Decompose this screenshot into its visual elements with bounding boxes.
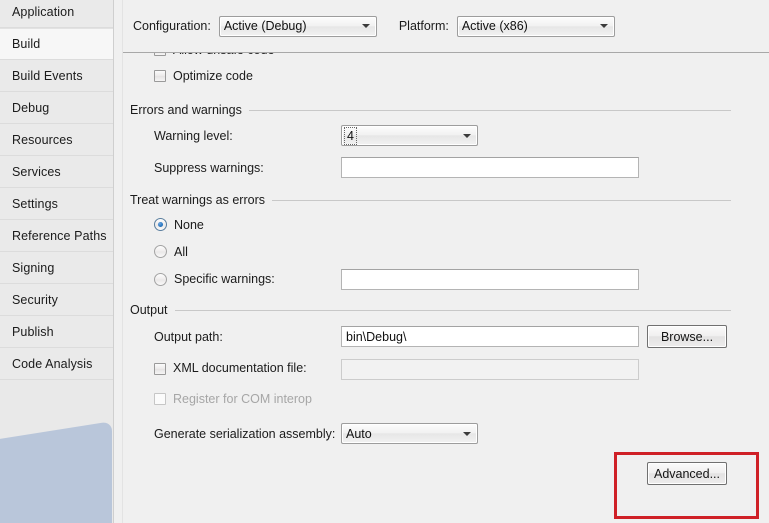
output-path-row: Output path: bin\Debug\ Browse... [123,321,769,354]
advanced-button-row: Advanced... [123,450,769,490]
chevron-down-icon [361,24,370,28]
group-separator [248,109,731,111]
sidebar-item-list: Application Build Build Events Debug Res… [0,0,113,380]
sidebar-item-label: Build Events [12,69,83,83]
configuration-value: Active (Debug) [223,19,307,33]
treat-warnings-none-radio[interactable] [154,218,167,231]
suppress-warnings-label: Suppress warnings: [154,161,264,175]
allow-unsafe-code-checkbox[interactable] [154,53,166,56]
sidebar-item-application[interactable]: Application [0,0,113,28]
chevron-down-icon [599,24,608,28]
sidebar-item-settings[interactable]: Settings [0,188,113,220]
configuration-label: Configuration: [133,19,211,33]
serialization-assembly-dropdown[interactable]: Auto [341,423,478,444]
treat-warnings-as-errors-group-label: Treat warnings as errors [130,193,265,207]
sidebar-item-resources[interactable]: Resources [0,124,113,156]
warning-level-label: Warning level: [154,129,233,143]
serialization-assembly-label: Generate serialization assembly: [154,427,336,441]
warning-level-dropdown[interactable]: 4 [341,125,478,146]
sidebar-item-build[interactable]: Build [0,28,113,60]
sidebar-item-label: Build [12,37,41,51]
sidebar-item-label: Services [12,165,61,179]
sidebar-item-label: Reference Paths [12,229,107,243]
sidebar-item-reference-paths[interactable]: Reference Paths [0,220,113,252]
treat-warnings-specific-radio[interactable] [154,273,167,286]
treat-warnings-specific-row: Specific warnings: [123,265,769,294]
advanced-button[interactable]: Advanced... [647,462,727,485]
sidebar-content-divider [114,0,123,523]
sidebar-item-label: Signing [12,261,55,275]
configuration-dropdown[interactable]: Active (Debug) [218,15,377,37]
build-settings-pane: Configuration: Active (Debug) Platform: … [123,0,769,523]
allow-unsafe-code-label: Allow unsafe code [173,53,274,57]
sidebar-item-services[interactable]: Services [0,156,113,188]
settings-content: Allow unsafe code Optimize code Errors a… [123,53,769,490]
chevron-down-icon [463,133,471,138]
treat-warnings-specific-label: Specific warnings: [174,272,275,286]
treat-warnings-specific-input[interactable] [341,269,639,290]
register-com-interop-checkbox [154,393,166,405]
optimize-code-row[interactable]: Optimize code [123,63,769,89]
sidebar-item-code-analysis[interactable]: Code Analysis [0,348,113,380]
treat-warnings-all-row[interactable]: All [123,238,769,265]
errors-and-warnings-group-header: Errors and warnings [123,99,769,121]
sidebar-item-label: Publish [12,325,54,339]
suppress-warnings-input[interactable] [341,157,639,178]
group-separator [174,309,731,311]
configuration-toolbar: Configuration: Active (Debug) Platform: … [133,15,769,37]
platform-dropdown[interactable]: Active (x86) [456,15,615,37]
suppress-warnings-row: Suppress warnings: [123,153,769,185]
browse-button[interactable]: Browse... [647,325,727,348]
optimize-code-checkbox[interactable] [154,70,166,82]
chevron-down-icon [463,431,471,436]
output-path-label: Output path: [154,330,223,344]
sidebar-item-label: Code Analysis [12,357,93,371]
serialization-assembly-row: Generate serialization assembly: Auto [123,414,769,450]
group-separator [272,199,731,201]
sidebar-item-label: Settings [12,197,58,211]
project-properties-window: Application Build Build Events Debug Res… [0,0,769,523]
output-path-input[interactable]: bin\Debug\ [341,326,639,347]
sidebar-item-signing[interactable]: Signing [0,252,113,284]
properties-sidebar: Application Build Build Events Debug Res… [0,0,114,523]
treat-warnings-all-radio[interactable] [154,245,167,258]
optimize-code-label: Optimize code [173,69,253,83]
platform-value: Active (x86) [461,19,528,33]
sidebar-item-build-events[interactable]: Build Events [0,60,113,92]
platform-label: Platform: [398,19,449,33]
sidebar-item-publish[interactable]: Publish [0,316,113,348]
warning-level-row: Warning level: 4 [123,121,769,153]
output-group-header: Output [123,299,769,321]
treat-warnings-as-errors-group-header: Treat warnings as errors [123,189,769,211]
sidebar-item-label: Debug [12,101,50,115]
register-com-interop-row: Register for COM interop [123,384,769,414]
allow-unsafe-code-row[interactable]: Allow unsafe code [123,53,769,63]
settings-scroll-panel[interactable]: Allow unsafe code Optimize code Errors a… [123,53,769,523]
xml-documentation-label: XML documentation file: [173,361,307,375]
xml-documentation-input [341,359,639,380]
register-com-interop-label: Register for COM interop [173,392,312,406]
sidebar-item-security[interactable]: Security [0,284,113,316]
treat-warnings-all-label: All [174,244,188,259]
sidebar-item-label: Application [12,5,75,19]
output-group-label: Output [130,303,168,317]
sidebar-item-label: Security [12,293,58,307]
pane-corner-decoration [0,421,112,523]
treat-warnings-none-label: None [174,217,204,232]
serialization-assembly-value: Auto [346,426,372,441]
xml-documentation-row: XML documentation file: [123,354,769,384]
sidebar-item-label: Resources [12,133,73,147]
errors-and-warnings-group-label: Errors and warnings [130,103,242,117]
xml-documentation-checkbox[interactable] [154,363,166,375]
sidebar-item-debug[interactable]: Debug [0,92,113,124]
warning-level-value: 4 [344,126,357,145]
treat-warnings-none-row[interactable]: None [123,211,769,238]
